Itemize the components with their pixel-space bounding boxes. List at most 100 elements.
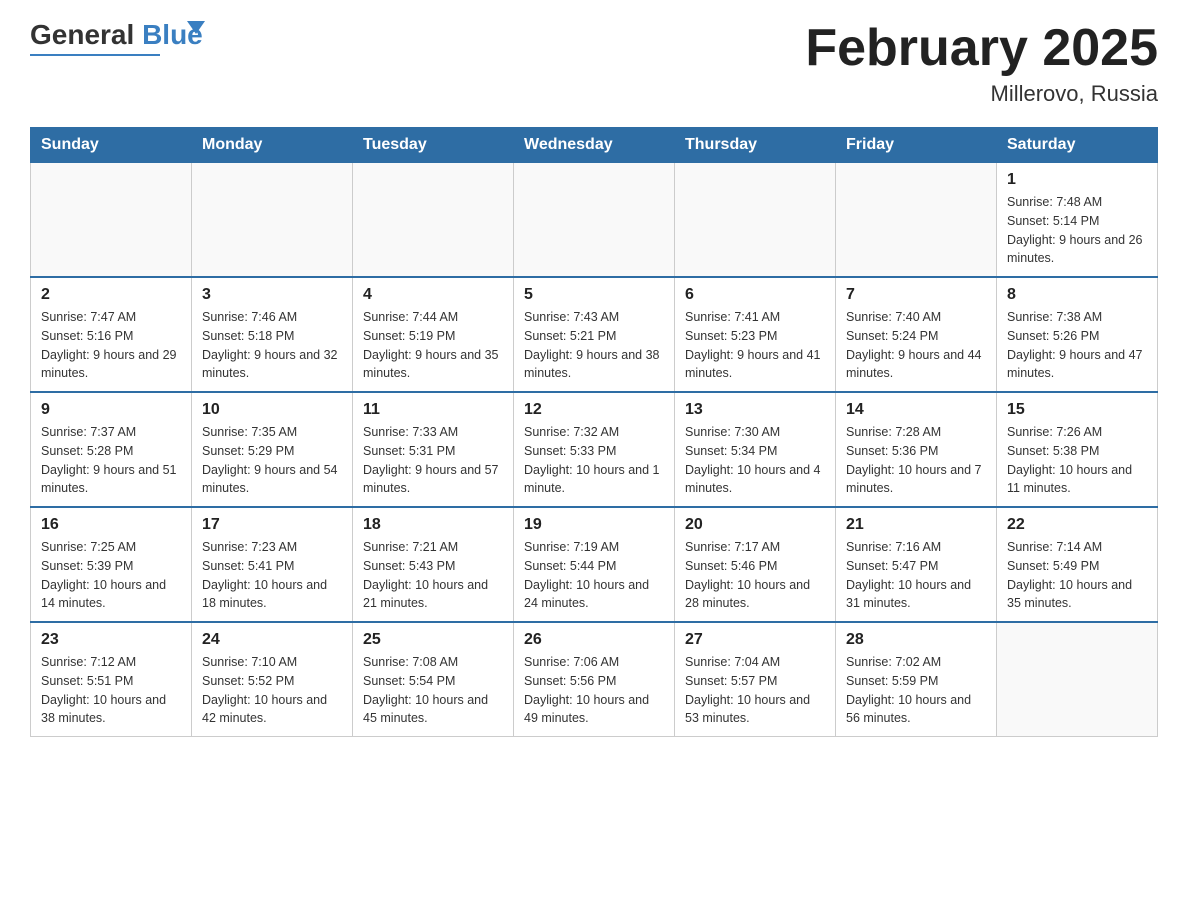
calendar-cell: 15Sunrise: 7:26 AM Sunset: 5:38 PM Dayli…: [997, 392, 1158, 507]
day-info: Sunrise: 7:44 AM Sunset: 5:19 PM Dayligh…: [363, 308, 503, 383]
day-info: Sunrise: 7:47 AM Sunset: 5:16 PM Dayligh…: [41, 308, 181, 383]
day-number: 20: [685, 516, 825, 534]
calendar-week-row: 1Sunrise: 7:48 AM Sunset: 5:14 PM Daylig…: [31, 163, 1158, 278]
calendar-cell: 10 Sunrise: 7:35 AM Sunset: 5:29 PM Dayli…: [192, 392, 353, 507]
day-info: Sunrise: 7:30 AM Sunset: 5:34 PM Dayligh…: [685, 423, 825, 498]
day-info: Sunrise: 7:26 AM Sunset: 5:38 PM Dayligh…: [1007, 423, 1147, 498]
calendar-cell: 23Sunrise: 7:12 AM Sunset: 5:51 PM Dayli…: [31, 622, 192, 737]
day-number: 6: [685, 286, 825, 304]
weekday-header-monday: Monday: [192, 128, 353, 163]
title-block: February 2025 Millerovo, Russia: [805, 20, 1158, 107]
calendar-cell: 1Sunrise: 7:48 AM Sunset: 5:14 PM Daylig…: [997, 163, 1158, 278]
weekday-header-wednesday: Wednesday: [514, 128, 675, 163]
month-title: February 2025: [805, 20, 1158, 77]
day-number: 25: [363, 631, 503, 649]
day-number: 26: [524, 631, 664, 649]
calendar-cell: 16 Sunrise: 7:25 AM Sunset: 5:39 PM Dayli…: [31, 507, 192, 622]
logo-underline: [30, 54, 160, 56]
calendar-cell: 20 Sunrise: 7:17 AM Sunset: 5:46 PM Dayli…: [675, 507, 836, 622]
calendar-cell: 3 Sunrise: 7:46 AM Sunset: 5:18 PM Daylig…: [192, 277, 353, 392]
day-info: Sunrise: 7:12 AM Sunset: 5:51 PM Dayligh…: [41, 653, 181, 728]
weekday-header-saturday: Saturday: [997, 128, 1158, 163]
day-number: 27: [685, 631, 825, 649]
day-info: Sunrise: 7:33 AM Sunset: 5:31 PM Dayligh…: [363, 423, 503, 498]
calendar-cell: [836, 163, 997, 278]
calendar-cell: [997, 622, 1158, 737]
day-info: Sunrise: 7:37 AM Sunset: 5:28 PM Dayligh…: [41, 423, 181, 498]
page-header: General Blue February 2025 Millerovo, Ru…: [30, 20, 1158, 107]
day-number: 8: [1007, 286, 1147, 304]
calendar-cell: 22Sunrise: 7:14 AM Sunset: 5:49 PM Dayli…: [997, 507, 1158, 622]
day-info: Sunrise: 7:23 AM Sunset: 5:41 PM Dayligh…: [202, 538, 342, 613]
day-info: Sunrise: 7:43 AM Sunset: 5:21 PM Dayligh…: [524, 308, 664, 383]
calendar-cell: 25Sunrise: 7:08 AM Sunset: 5:54 PM Dayli…: [353, 622, 514, 737]
logo-text: General Blue: [30, 20, 203, 51]
logo: General Blue: [30, 20, 203, 56]
calendar-cell: [353, 163, 514, 278]
calendar-cell: 21Sunrise: 7:16 AM Sunset: 5:47 PM Dayli…: [836, 507, 997, 622]
location-text: Millerovo, Russia: [805, 81, 1158, 107]
day-number: 7: [846, 286, 986, 304]
calendar-cell: [31, 163, 192, 278]
day-info: Sunrise: 7:06 AM Sunset: 5:56 PM Dayligh…: [524, 653, 664, 728]
calendar-cell: 8 Sunrise: 7:38 AM Sunset: 5:26 PM Daylig…: [997, 277, 1158, 392]
calendar-cell: 19 Sunrise: 7:19 AM Sunset: 5:44 PM Dayli…: [514, 507, 675, 622]
weekday-header-friday: Friday: [836, 128, 997, 163]
day-number: 16: [41, 516, 181, 534]
calendar-cell: 18Sunrise: 7:21 AM Sunset: 5:43 PM Dayli…: [353, 507, 514, 622]
calendar-cell: 14 Sunrise: 7:28 AM Sunset: 5:36 PM Dayli…: [836, 392, 997, 507]
calendar-cell: 12 Sunrise: 7:32 AM Sunset: 5:33 PM Dayli…: [514, 392, 675, 507]
calendar-cell: 11Sunrise: 7:33 AM Sunset: 5:31 PM Dayli…: [353, 392, 514, 507]
day-info: Sunrise: 7:46 AM Sunset: 5:18 PM Dayligh…: [202, 308, 342, 383]
calendar-week-row: 23Sunrise: 7:12 AM Sunset: 5:51 PM Dayli…: [31, 622, 1158, 737]
day-info: Sunrise: 7:17 AM Sunset: 5:46 PM Dayligh…: [685, 538, 825, 613]
calendar-cell: 6Sunrise: 7:41 AM Sunset: 5:23 PM Daylig…: [675, 277, 836, 392]
day-info: Sunrise: 7:35 AM Sunset: 5:29 PM Dayligh…: [202, 423, 342, 498]
weekday-header-row: SundayMondayTuesdayWednesdayThursdayFrid…: [31, 128, 1158, 163]
day-number: 10: [202, 401, 342, 419]
calendar-cell: 5Sunrise: 7:43 AM Sunset: 5:21 PM Daylig…: [514, 277, 675, 392]
calendar-cell: 27 Sunrise: 7:04 AM Sunset: 5:57 PM Dayli…: [675, 622, 836, 737]
day-number: 22: [1007, 516, 1147, 534]
day-number: 3: [202, 286, 342, 304]
day-info: Sunrise: 7:04 AM Sunset: 5:57 PM Dayligh…: [685, 653, 825, 728]
day-number: 28: [846, 631, 986, 649]
calendar-week-row: 16 Sunrise: 7:25 AM Sunset: 5:39 PM Dayli…: [31, 507, 1158, 622]
calendar-cell: 28 Sunrise: 7:02 AM Sunset: 5:59 PM Dayli…: [836, 622, 997, 737]
day-info: Sunrise: 7:10 AM Sunset: 5:52 PM Dayligh…: [202, 653, 342, 728]
calendar-cell: [192, 163, 353, 278]
day-number: 24: [202, 631, 342, 649]
calendar-cell: [675, 163, 836, 278]
logo-main-text: General: [30, 19, 134, 50]
weekday-header-tuesday: Tuesday: [353, 128, 514, 163]
day-info: Sunrise: 7:32 AM Sunset: 5:33 PM Dayligh…: [524, 423, 664, 498]
day-number: 1: [1007, 171, 1147, 189]
day-info: Sunrise: 7:25 AM Sunset: 5:39 PM Dayligh…: [41, 538, 181, 613]
calendar-cell: 4 Sunrise: 7:44 AM Sunset: 5:19 PM Daylig…: [353, 277, 514, 392]
calendar-cell: 24 Sunrise: 7:10 AM Sunset: 5:52 PM Dayli…: [192, 622, 353, 737]
day-number: 12: [524, 401, 664, 419]
day-number: 2: [41, 286, 181, 304]
day-number: 21: [846, 516, 986, 534]
calendar-cell: 17 Sunrise: 7:23 AM Sunset: 5:41 PM Dayli…: [192, 507, 353, 622]
day-info: Sunrise: 7:02 AM Sunset: 5:59 PM Dayligh…: [846, 653, 986, 728]
calendar-cell: 2 Sunrise: 7:47 AM Sunset: 5:16 PM Daylig…: [31, 277, 192, 392]
calendar-week-row: 9 Sunrise: 7:37 AM Sunset: 5:28 PM Daylig…: [31, 392, 1158, 507]
day-info: Sunrise: 7:38 AM Sunset: 5:26 PM Dayligh…: [1007, 308, 1147, 383]
weekday-header-sunday: Sunday: [31, 128, 192, 163]
calendar-cell: 7 Sunrise: 7:40 AM Sunset: 5:24 PM Daylig…: [836, 277, 997, 392]
calendar-week-row: 2 Sunrise: 7:47 AM Sunset: 5:16 PM Daylig…: [31, 277, 1158, 392]
day-number: 4: [363, 286, 503, 304]
day-number: 17: [202, 516, 342, 534]
day-number: 14: [846, 401, 986, 419]
calendar-cell: [514, 163, 675, 278]
calendar-cell: 13 Sunrise: 7:30 AM Sunset: 5:34 PM Dayli…: [675, 392, 836, 507]
logo-arrow-icon: [187, 21, 205, 34]
day-info: Sunrise: 7:19 AM Sunset: 5:44 PM Dayligh…: [524, 538, 664, 613]
day-number: 9: [41, 401, 181, 419]
day-info: Sunrise: 7:40 AM Sunset: 5:24 PM Dayligh…: [846, 308, 986, 383]
day-number: 13: [685, 401, 825, 419]
calendar-table: SundayMondayTuesdayWednesdayThursdayFrid…: [30, 127, 1158, 737]
day-info: Sunrise: 7:28 AM Sunset: 5:36 PM Dayligh…: [846, 423, 986, 498]
day-number: 19: [524, 516, 664, 534]
